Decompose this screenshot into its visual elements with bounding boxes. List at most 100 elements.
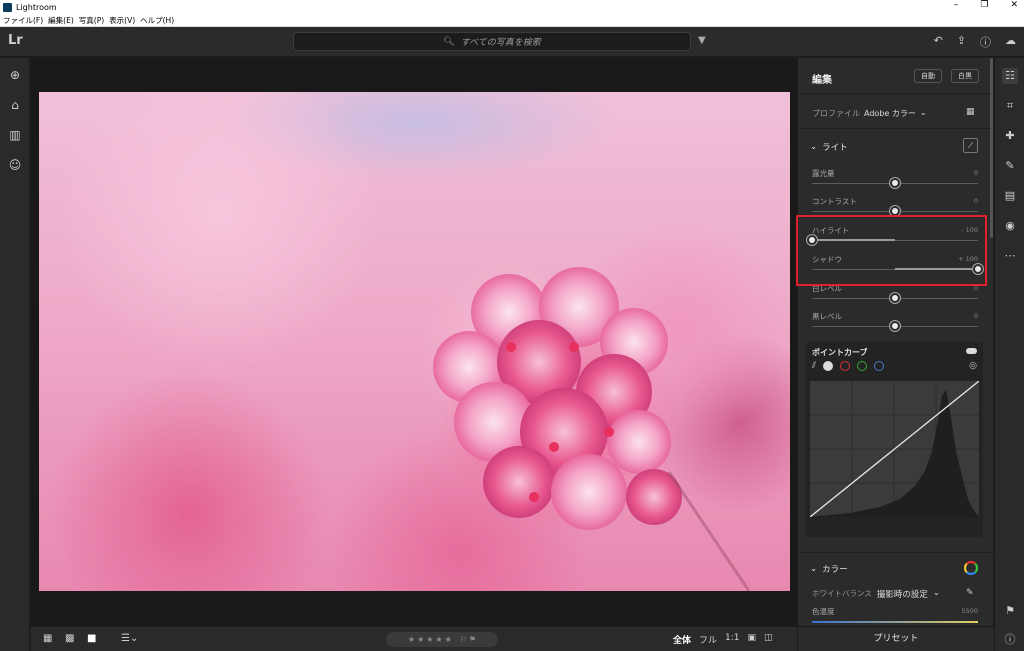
star-icon[interactable]: ★ (426, 635, 433, 644)
menu-view[interactable]: 表示(V) (109, 15, 135, 26)
sort-icon[interactable]: ☰⌄ (121, 633, 138, 644)
bottom-toolbar: ▦ ▩ ■ ☰⌄ ★ ★ ★ ★ ★ ⚐ ⚑ 全体 フル 1:1 ▣ ◫ (31, 626, 797, 651)
tag-icon[interactable]: ⚑ (1002, 603, 1018, 619)
slider-label: 露光量 (812, 169, 835, 178)
search-input[interactable]: 🔍︎ すべての写真を検索 (293, 32, 691, 51)
point-curve-toggle[interactable] (966, 348, 977, 354)
profile-label: プロファイル (812, 109, 860, 118)
slider-value[interactable]: 0 (974, 169, 978, 177)
menu-photo[interactable]: 写真(P) (79, 15, 104, 26)
slider-value[interactable]: 0 (974, 197, 978, 205)
slider-value[interactable]: 0 (974, 312, 978, 320)
point-curve-title: ポイントカーブ (812, 348, 868, 357)
star-icon[interactable]: ★ (408, 635, 415, 644)
grid-large-icon[interactable]: ▩ (65, 633, 74, 644)
bw-button[interactable]: 白黒 (951, 69, 979, 83)
color-mixer-icon[interactable] (964, 561, 978, 575)
white-balance-row[interactable]: ホワイトバランス 撮影時の設定 ⌄ (812, 588, 940, 600)
menu-bar: ファイル(F) 編集(E) 写真(P) 表示(V) ヘルプ(H) (0, 14, 1024, 27)
cloud-icon[interactable]: ☁ (1005, 34, 1016, 50)
divider (798, 128, 994, 129)
people-icon[interactable]: ☺ (7, 158, 23, 174)
healing-icon[interactable]: ✚ (1002, 128, 1018, 144)
edit-panel: 編集 自動 白黒 プロファイル Adobe カラー ⌄ ▦ ⌄ ライト ⟋ 露光… (797, 58, 994, 651)
curve-graph[interactable] (809, 380, 980, 518)
menu-file[interactable]: ファイル(F) (3, 15, 43, 26)
radial-gradient-icon[interactable]: ◉ (1002, 218, 1018, 234)
brush-icon[interactable]: ✎ (1002, 158, 1018, 174)
profile-browser-icon[interactable]: ▦ (966, 107, 975, 117)
library-icon[interactable]: ▥ (7, 128, 23, 144)
auto-button[interactable]: 自動 (914, 69, 942, 83)
chevron-down-icon[interactable]: ⌄ (933, 588, 940, 600)
wb-label: ホワイトバランス (812, 589, 872, 598)
green-channel-icon[interactable] (857, 361, 868, 371)
zoom-fill[interactable]: フル (699, 633, 717, 646)
tone-curve-icon[interactable]: ⟋ (963, 138, 978, 153)
star-icon[interactable]: ★ (435, 635, 442, 644)
temperature-track[interactable] (812, 621, 978, 623)
profile-row[interactable]: プロファイル Adobe カラー ⌄ (812, 108, 927, 119)
lightroom-app-icon (3, 2, 12, 12)
edit-sliders-icon[interactable]: ☷ (1002, 68, 1018, 84)
help-icon[interactable]: ⓘ (980, 34, 991, 50)
chevron-down-icon[interactable]: ⌄ (920, 108, 927, 119)
star-icon[interactable]: ★ (417, 635, 424, 644)
highlight-annotation-box (796, 215, 987, 286)
grid-small-icon[interactable]: ▦ (43, 633, 52, 644)
photo-cherry-blossom (39, 92, 790, 591)
filter-icon[interactable]: ▼ (698, 35, 706, 46)
more-icon[interactable]: ⋯ (1002, 248, 1018, 264)
curve-graph-svg (809, 380, 980, 518)
star-icon[interactable]: ★ (445, 635, 452, 644)
rating-flags[interactable]: ★ ★ ★ ★ ★ ⚐ ⚑ (386, 632, 498, 647)
slider-knob[interactable] (890, 321, 900, 331)
slider-value[interactable]: 5500 (961, 607, 978, 615)
red-channel-icon[interactable] (840, 361, 851, 371)
single-view-icon[interactable]: ■ (87, 633, 96, 644)
parametric-curve-icon[interactable]: ⫽ (812, 361, 816, 371)
info-icon[interactable]: ⓘ (1002, 632, 1018, 648)
close-button[interactable]: ✕ (1010, 0, 1018, 10)
menu-edit[interactable]: 編集(E) (48, 15, 74, 26)
slider-whites[interactable]: 白レベル 0 (812, 283, 978, 305)
add-photo-icon[interactable]: ⊕ (7, 68, 23, 84)
slider-blacks[interactable]: 黒レベル 0 (812, 311, 978, 333)
slider-label: 黒レベル (812, 312, 842, 321)
slider-label: 色温度 (812, 607, 835, 616)
compare-icon[interactable]: ▣ (748, 633, 757, 646)
undo-icon[interactable]: ↶ (934, 34, 943, 50)
maximize-button[interactable]: ❐ (980, 0, 988, 10)
color-section-header[interactable]: ⌄ カラー (810, 563, 848, 575)
panel-scrollbar[interactable] (990, 58, 993, 238)
flag-icon[interactable]: ⚐ (460, 635, 467, 644)
zoom-1to1[interactable]: 1:1 (725, 633, 739, 646)
wb-value[interactable]: 撮影時の設定 (877, 588, 928, 600)
slider-knob[interactable] (890, 293, 900, 303)
top-toolbar: Lr 🔍︎ すべての写真を検索 ▼ ↶ ⇪ ⓘ ☁ (0, 27, 1024, 57)
light-section-header[interactable]: ⌄ ライト (810, 141, 848, 153)
home-icon[interactable]: ⌂ (7, 98, 23, 114)
slider-exposure[interactable]: 露光量 0 (812, 168, 978, 190)
flag-reject-icon[interactable]: ⚑ (469, 635, 476, 644)
target-adjust-icon[interactable]: ◎ (969, 361, 977, 371)
zoom-fit[interactable]: 全体 (673, 633, 691, 646)
minimize-button[interactable]: – (954, 0, 959, 10)
point-curve-panel: ポイントカーブ ⫽ ◎ (806, 342, 983, 537)
linear-gradient-icon[interactable]: ▤ (1002, 188, 1018, 204)
chevron-down-icon: ⌄ (810, 142, 818, 152)
window-titlebar: Lightroom – ❐ ✕ (0, 0, 1024, 14)
divider (798, 552, 994, 553)
presets-button[interactable]: プリセット (798, 626, 994, 651)
slider-knob[interactable] (890, 178, 900, 188)
menu-help[interactable]: ヘルプ(H) (140, 15, 174, 26)
slider-temperature[interactable]: 色温度 5500 (812, 606, 978, 626)
right-rail: ☷ ⌗ ✚ ✎ ▤ ◉ ⋯ ⚑ ⓘ (994, 58, 1024, 651)
rgb-channel-icon[interactable] (823, 361, 834, 371)
profile-value[interactable]: Adobe カラー (864, 108, 916, 119)
blue-channel-icon[interactable] (874, 361, 885, 371)
before-after-icon[interactable]: ◫ (764, 633, 773, 646)
share-icon[interactable]: ⇪ (957, 34, 966, 50)
eyedropper-icon[interactable]: ✎ (966, 588, 974, 598)
crop-icon[interactable]: ⌗ (1002, 98, 1018, 114)
